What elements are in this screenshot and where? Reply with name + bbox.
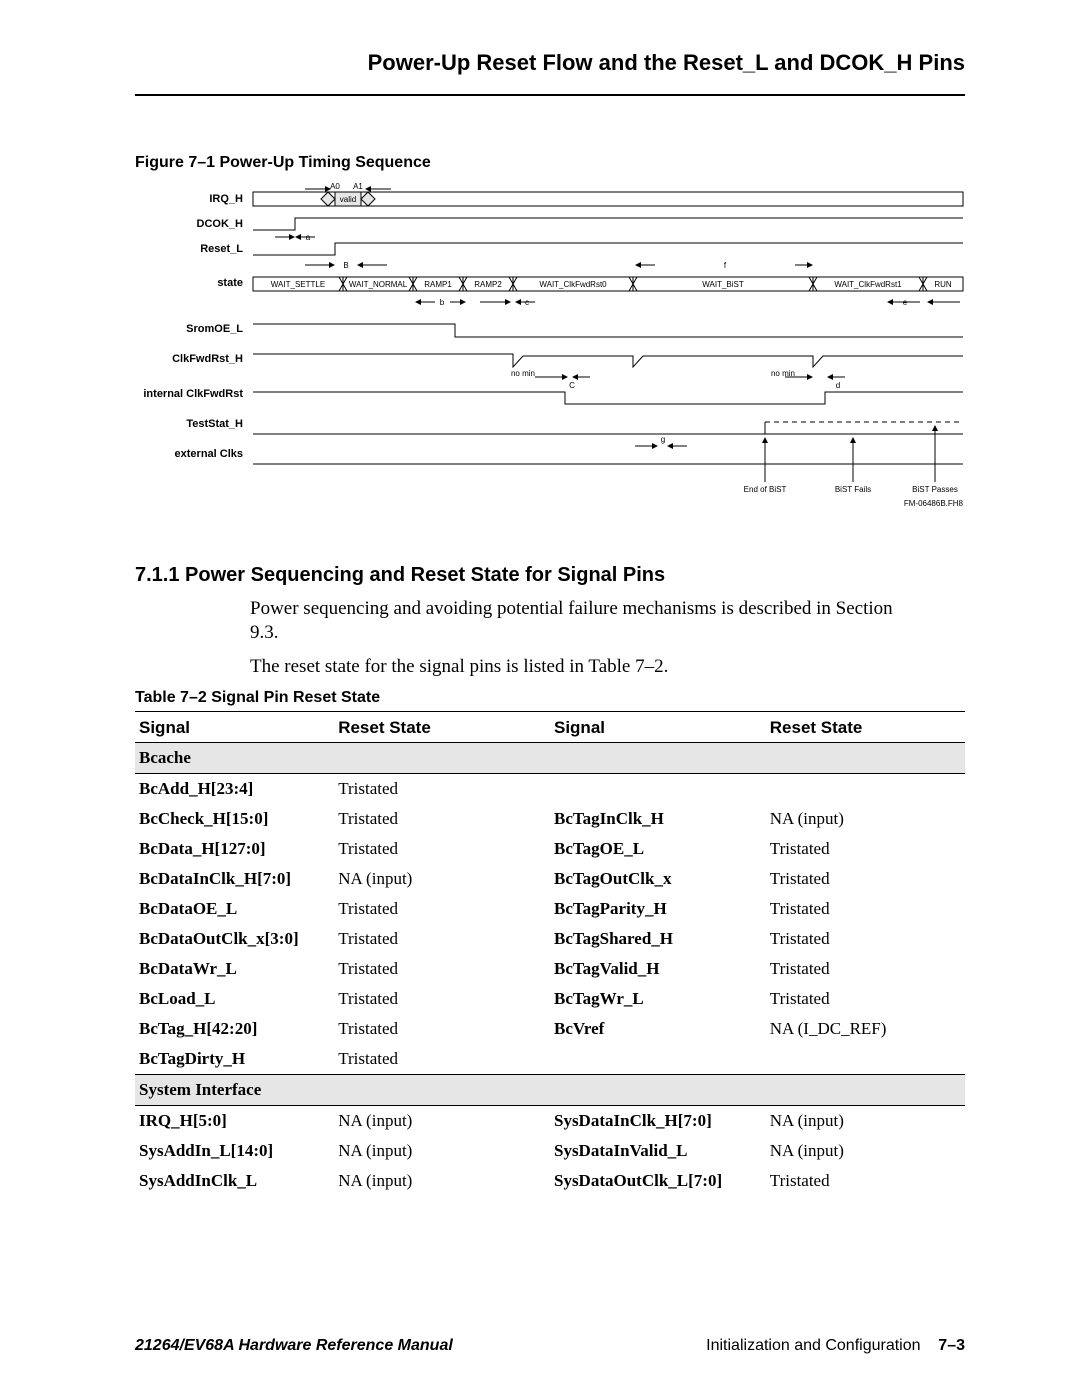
table-row: BcTag_H[42:20]TristatedBcVrefNA (I_DC_RE… [135, 1014, 965, 1044]
svg-text:f: f [724, 261, 727, 270]
timing-diagram: .lbl { font: bold 11px Arial, Helvetica,… [135, 182, 965, 522]
state-row: WAIT_SETTLE WAIT_NORMAL RAMP1 RAMP2 WAIT… [253, 277, 963, 291]
table-row: BcAdd_H[23:4]Tristated [135, 774, 965, 805]
sig-lbl-dcok: DCOK_H [197, 218, 244, 230]
svg-text:A0: A0 [330, 182, 340, 191]
sig-lbl-reset: Reset_L [200, 243, 243, 255]
sig-lbl-sromoe: SromOE_L [186, 323, 243, 335]
svg-text:valid: valid [340, 195, 356, 204]
svg-text:no min: no min [511, 369, 535, 378]
svg-text:a: a [306, 233, 311, 242]
section-para2: The reset state for the signal pins is l… [250, 655, 965, 679]
signal-table: Signal Reset State Signal Reset State Bc… [135, 711, 965, 1196]
figure-tag: FM-06486B.FH8 [904, 499, 964, 508]
table-row: IRQ_H[5:0]NA (input)SysDataInClk_H[7:0]N… [135, 1106, 965, 1137]
svg-text:B: B [343, 261, 348, 270]
table-caption: Table 7–2 Signal Pin Reset State [135, 689, 965, 707]
sig-lbl-clkfwdrst: ClkFwdRst_H [172, 353, 243, 365]
table-row: BcDataOE_LTristatedBcTagParity_HTristate… [135, 894, 965, 924]
svg-text:RAMP1: RAMP1 [424, 280, 452, 289]
svg-text:A1: A1 [353, 182, 363, 191]
table-header-row: Signal Reset State Signal Reset State [135, 712, 965, 743]
header-rule [135, 94, 965, 96]
sig-lbl-extclks: external Clks [175, 448, 243, 460]
sig-lbl-intclk: internal ClkFwdRst [143, 388, 243, 400]
svg-text:e: e [903, 298, 908, 307]
group-bcache: Bcache [135, 743, 965, 774]
svg-text:C: C [569, 381, 575, 390]
table-row: SysAddInClk_LNA (input)SysDataOutClk_L[7… [135, 1166, 965, 1196]
table-row: BcData_H[127:0]TristatedBcTagOE_LTristat… [135, 834, 965, 864]
table-row: BcTagDirty_HTristated [135, 1044, 965, 1075]
sig-lbl-teststat: TestStat_H [186, 418, 243, 430]
section-para1: Power sequencing and avoiding potential … [250, 597, 965, 645]
svg-text:WAIT_ClkFwdRst1: WAIT_ClkFwdRst1 [834, 280, 902, 289]
svg-text:WAIT_BiST: WAIT_BiST [702, 280, 744, 289]
svg-text:d: d [836, 381, 840, 390]
table-row: BcDataWr_LTristatedBcTagValid_HTristated [135, 954, 965, 984]
table-row: SysAddIn_L[14:0]NA (input)SysDataInValid… [135, 1136, 965, 1166]
svg-text:b: b [440, 298, 445, 307]
svg-text:RAMP2: RAMP2 [474, 280, 502, 289]
svg-text:RUN: RUN [934, 280, 952, 289]
svg-text:WAIT_ClkFwdRst0: WAIT_ClkFwdRst0 [539, 280, 607, 289]
svg-text:BiST Fails: BiST Fails [835, 485, 871, 494]
figure-caption: Figure 7–1 Power-Up Timing Sequence [135, 154, 965, 172]
table-row: BcDataInClk_H[7:0]NA (input)BcTagOutClk_… [135, 864, 965, 894]
svg-text:BiST Passes: BiST Passes [912, 485, 958, 494]
footer-chapter: Initialization and Configuration [706, 1337, 920, 1354]
svg-text:c: c [525, 298, 529, 307]
group-sysif: System Interface [135, 1075, 965, 1106]
svg-text:WAIT_NORMAL: WAIT_NORMAL [349, 280, 408, 289]
footer-manual: 21264/EV68A Hardware Reference Manual [135, 1337, 453, 1354]
page-footer: 21264/EV68A Hardware Reference Manual In… [135, 1337, 965, 1355]
table-row: BcCheck_H[15:0]TristatedBcTagInClk_HNA (… [135, 804, 965, 834]
svg-text:End of BiST: End of BiST [744, 485, 787, 494]
footer-page: 7–3 [938, 1337, 965, 1354]
sig-lbl-irq: IRQ_H [209, 193, 243, 205]
svg-text:g: g [661, 435, 665, 444]
svg-text:WAIT_SETTLE: WAIT_SETTLE [271, 280, 325, 289]
section-heading: 7.1.1 Power Sequencing and Reset State f… [135, 564, 965, 587]
page-header: Power-Up Reset Flow and the Reset_L and … [135, 50, 965, 76]
table-row: BcLoad_LTristatedBcTagWr_LTristated [135, 984, 965, 1014]
table-row: BcDataOutClk_x[3:0]TristatedBcTagShared_… [135, 924, 965, 954]
sig-lbl-state: state [217, 277, 243, 289]
